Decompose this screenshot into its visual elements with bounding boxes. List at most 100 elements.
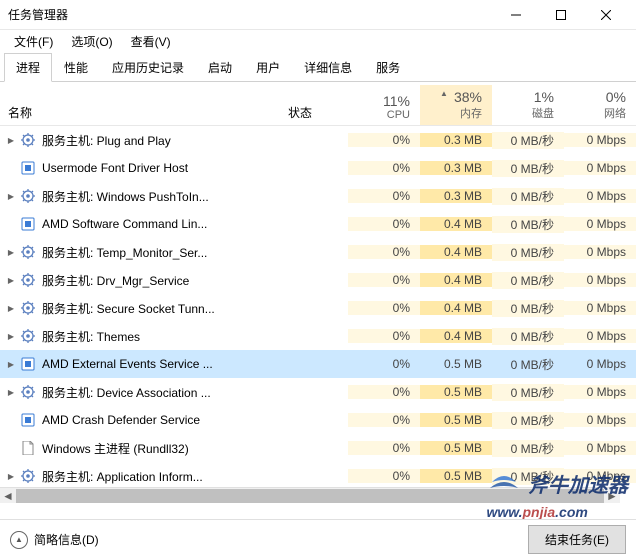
- cell-mem: 0.4 MB: [420, 329, 492, 343]
- menu-view[interactable]: 查看(V): [123, 31, 179, 52]
- table-row[interactable]: ▶服务主机: Drv_Mgr_Service0%0.4 MB0 MB/秒0 Mb…: [0, 266, 636, 294]
- expand-icon[interactable]: ▶: [4, 469, 18, 483]
- table-row[interactable]: ▶服务主机: Windows PushToIn...0%0.3 MB0 MB/秒…: [0, 182, 636, 210]
- expand-icon[interactable]: ▶: [4, 133, 18, 147]
- cell-disk: 0 MB/秒: [492, 244, 564, 261]
- cell-disk: 0 MB/秒: [492, 440, 564, 457]
- scroll-thumb[interactable]: [16, 489, 604, 503]
- scroll-left-icon[interactable]: ◄: [0, 488, 16, 504]
- table-row[interactable]: ▶服务主机: Application Inform...0%0.5 MB0 MB…: [0, 462, 636, 486]
- cell-disk: 0 MB/秒: [492, 188, 564, 205]
- expand-icon[interactable]: ▶: [4, 245, 18, 259]
- column-cpu[interactable]: 11% CPU: [348, 89, 420, 125]
- cell-disk: 0 MB/秒: [492, 412, 564, 429]
- table-row[interactable]: ▶服务主机: Device Association ...0%0.5 MB0 M…: [0, 378, 636, 406]
- cell-disk: 0 MB/秒: [492, 216, 564, 233]
- cell-mem: 0.5 MB: [420, 385, 492, 399]
- tab-1[interactable]: 性能: [52, 53, 100, 82]
- process-name: AMD External Events Service ...: [42, 357, 213, 371]
- doc-icon: [20, 440, 36, 456]
- tab-2[interactable]: 应用历史记录: [100, 53, 196, 82]
- process-name: AMD Crash Defender Service: [42, 413, 200, 427]
- expand-icon[interactable]: ▶: [4, 301, 18, 315]
- expand-icon[interactable]: ▶: [4, 385, 18, 399]
- process-name: Usermode Font Driver Host: [42, 161, 188, 175]
- table-row[interactable]: ▶服务主机: Themes0%0.4 MB0 MB/秒0 Mbps: [0, 322, 636, 350]
- column-disk[interactable]: 1% 磁盘: [492, 85, 564, 125]
- tabs: 进程性能应用历史记录启动用户详细信息服务: [0, 52, 636, 82]
- cell-cpu: 0%: [348, 273, 420, 287]
- cell-net: 0 Mbps: [564, 329, 636, 343]
- cell-cpu: 0%: [348, 329, 420, 343]
- cell-mem: 0.4 MB: [420, 245, 492, 259]
- table-row[interactable]: ▶AMD External Events Service ...0%0.5 MB…: [0, 350, 636, 378]
- cell-net: 0 Mbps: [564, 301, 636, 315]
- end-task-button[interactable]: 结束任务(E): [528, 525, 626, 554]
- process-name: 服务主机: Windows PushToIn...: [42, 188, 209, 205]
- process-name: 服务主机: Drv_Mgr_Service: [42, 272, 189, 289]
- cell-net: 0 Mbps: [564, 469, 636, 483]
- gear-icon: [20, 328, 36, 344]
- cell-cpu: 0%: [348, 133, 420, 147]
- cell-cpu: 0%: [348, 357, 420, 371]
- horizontal-scrollbar[interactable]: ◄ ►: [0, 487, 620, 503]
- cell-net: 0 Mbps: [564, 273, 636, 287]
- tab-6[interactable]: 服务: [364, 53, 412, 82]
- cell-net: 0 Mbps: [564, 413, 636, 427]
- process-name: 服务主机: Temp_Monitor_Ser...: [42, 244, 207, 261]
- process-name: 服务主机: Device Association ...: [42, 384, 211, 401]
- gear-icon: [20, 300, 36, 316]
- minimize-button[interactable]: [493, 1, 538, 29]
- column-network[interactable]: 0% 网络: [564, 85, 636, 125]
- column-name[interactable]: 名称: [0, 104, 288, 125]
- scroll-right-icon[interactable]: ►: [604, 488, 620, 504]
- tab-5[interactable]: 详细信息: [292, 53, 364, 82]
- gear-icon: [20, 244, 36, 260]
- gear-icon: [20, 468, 36, 484]
- expand-icon[interactable]: ▶: [4, 329, 18, 343]
- cell-mem: 0.4 MB: [420, 301, 492, 315]
- cell-disk: 0 MB/秒: [492, 468, 564, 485]
- table-row[interactable]: AMD Crash Defender Service0%0.5 MB0 MB/秒…: [0, 406, 636, 434]
- column-memory[interactable]: ▲38% 内存: [420, 85, 492, 125]
- menu-file[interactable]: 文件(F): [6, 31, 61, 52]
- fewer-details-button[interactable]: ▲ 简略信息(D): [10, 531, 99, 549]
- cell-cpu: 0%: [348, 413, 420, 427]
- cell-mem: 0.5 MB: [420, 441, 492, 455]
- table-row[interactable]: Windows 主进程 (Rundll32)0%0.5 MB0 MB/秒0 Mb…: [0, 434, 636, 462]
- table-row[interactable]: Usermode Font Driver Host0%0.3 MB0 MB/秒0…: [0, 154, 636, 182]
- cell-net: 0 Mbps: [564, 357, 636, 371]
- column-status[interactable]: 状态: [288, 104, 348, 125]
- cell-disk: 0 MB/秒: [492, 132, 564, 149]
- app-icon: [20, 412, 36, 428]
- table-row[interactable]: ▶服务主机: Secure Socket Tunn...0%0.4 MB0 MB…: [0, 294, 636, 322]
- cell-mem: 0.3 MB: [420, 133, 492, 147]
- cell-disk: 0 MB/秒: [492, 328, 564, 345]
- cell-cpu: 0%: [348, 469, 420, 483]
- maximize-button[interactable]: [538, 1, 583, 29]
- gear-icon: [20, 272, 36, 288]
- process-name: AMD Software Command Lin...: [42, 217, 207, 231]
- sort-asc-icon: ▲: [440, 89, 448, 98]
- process-name: Windows 主进程 (Rundll32): [42, 440, 189, 457]
- table-row[interactable]: AMD Software Command Lin...0%0.4 MB0 MB/…: [0, 210, 636, 238]
- menu-options[interactable]: 选项(O): [63, 31, 120, 52]
- tab-3[interactable]: 启动: [196, 53, 244, 82]
- table-row[interactable]: ▶服务主机: Temp_Monitor_Ser...0%0.4 MB0 MB/秒…: [0, 238, 636, 266]
- close-button[interactable]: [583, 1, 628, 29]
- process-list[interactable]: ▶服务主机: Plug and Play0%0.3 MB0 MB/秒0 Mbps…: [0, 126, 636, 486]
- expand-icon[interactable]: ▶: [4, 273, 18, 287]
- tab-0[interactable]: 进程: [4, 53, 52, 82]
- process-name: 服务主机: Plug and Play: [42, 132, 171, 149]
- table-row[interactable]: ▶服务主机: Plug and Play0%0.3 MB0 MB/秒0 Mbps: [0, 126, 636, 154]
- expand-icon: [4, 413, 18, 427]
- tab-4[interactable]: 用户: [244, 53, 292, 82]
- window-title: 任务管理器: [8, 6, 493, 23]
- cell-mem: 0.5 MB: [420, 469, 492, 483]
- expand-icon[interactable]: ▶: [4, 189, 18, 203]
- cell-mem: 0.3 MB: [420, 189, 492, 203]
- cell-net: 0 Mbps: [564, 217, 636, 231]
- cell-cpu: 0%: [348, 217, 420, 231]
- expand-icon[interactable]: ▶: [4, 357, 18, 371]
- cell-cpu: 0%: [348, 385, 420, 399]
